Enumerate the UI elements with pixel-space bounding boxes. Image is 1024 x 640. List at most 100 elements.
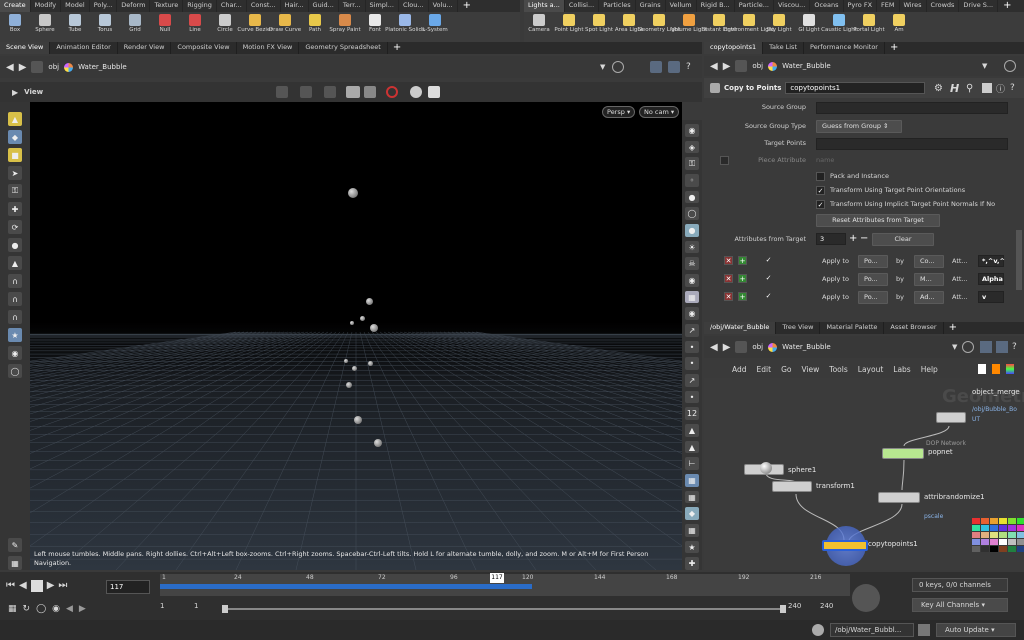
shelf_left-tab-13[interactable]: Clou... [399, 0, 429, 12]
range-end[interactable]: 240 [788, 602, 801, 610]
current-frame-field[interactable]: 117 [106, 580, 150, 594]
range-start[interactable]: 1 [160, 602, 190, 610]
shelf_right-tab-7[interactable]: Viscou... [774, 0, 811, 12]
shelf_left-tool-3[interactable]: Torus [90, 12, 120, 33]
pan-zoom-icon[interactable]: ✚ [685, 557, 699, 571]
palette-swatch[interactable] [1017, 525, 1024, 531]
bounding-icon[interactable]: ◦ [685, 174, 699, 187]
play-icon[interactable]: ▶ [47, 580, 55, 592]
shelf_left-tool-8[interactable]: Curve Bezier [237, 12, 273, 33]
tab-tree-view[interactable]: Tree View [776, 322, 821, 334]
remove-row-icon[interactable]: ✕ [724, 274, 733, 283]
net-forward-icon[interactable]: ▶ [723, 342, 731, 353]
shelf_right-tab-5[interactable]: Rigid B... [697, 0, 735, 12]
enable-row-checkbox[interactable]: ✓ [764, 274, 773, 283]
palette-swatch[interactable] [1017, 532, 1024, 538]
shelf_left-tool-13[interactable]: Platonic Solids [385, 12, 425, 33]
node-name-field[interactable]: copytopoints1 [785, 82, 926, 94]
reset-attributes-button[interactable]: Reset Attributes from Target [816, 214, 940, 227]
palette-swatch[interactable] [981, 539, 989, 545]
apply-target-menu[interactable]: Po... [858, 273, 888, 286]
update-mode-menu[interactable]: Auto Update ▾ [936, 623, 1016, 637]
skull-icon[interactable]: ☠ [685, 257, 699, 271]
scale-icon[interactable]: ● [8, 238, 22, 252]
shelf_right-tab-11[interactable]: Wires [900, 0, 927, 12]
shelf_left-tool-2[interactable]: Tube [60, 12, 90, 33]
attribute-field[interactable]: v [978, 291, 1004, 303]
menu-view[interactable]: View [801, 365, 819, 374]
add-net-tab-button[interactable]: + [944, 322, 962, 334]
clear-button[interactable]: Clear [872, 233, 934, 246]
shelf_right-add-tab-button[interactable]: + [998, 0, 1016, 12]
update-mode-icon[interactable] [918, 624, 930, 636]
node-popnet[interactable] [882, 448, 924, 459]
number-12-icon[interactable]: 12 [685, 407, 699, 421]
net-path-dropdown-icon[interactable]: ▼ [952, 343, 957, 351]
normals-icon[interactable]: ↗ [685, 324, 699, 337]
attrs-from-target-field[interactable]: 3 [816, 233, 846, 245]
shelf_right-tab-0[interactable]: Lights a... [524, 0, 565, 12]
handle-tool-icon[interactable]: ▲ [8, 112, 22, 126]
link-icon[interactable] [650, 61, 662, 73]
select-tool-icon[interactable]: ◆ [8, 130, 22, 144]
pose-icon[interactable]: ▲ [8, 256, 22, 270]
shelf_left-add-tab-button[interactable]: + [458, 0, 476, 12]
path-water-bubble[interactable]: Water_Bubble [78, 63, 127, 71]
snap-grid-icon[interactable]: ∩ [8, 310, 22, 324]
insert-row-icon[interactable]: + [738, 256, 747, 265]
enable-row-checkbox[interactable]: ✓ [764, 292, 773, 301]
shelf_right-tab-10[interactable]: FEM [877, 0, 900, 12]
shelf_right-tool-7[interactable]: Environment Light [724, 12, 774, 33]
shelf_right-tab-4[interactable]: Vellum [666, 0, 697, 12]
shelf_right-tool-4[interactable]: Geometry Light [638, 12, 680, 33]
net-link-icon[interactable] [980, 341, 992, 353]
shelf_right-tool-5[interactable]: Volume Light [671, 12, 707, 33]
notes-icon[interactable]: ✎ [8, 538, 22, 552]
back-arrow-icon[interactable]: ◀ [6, 62, 14, 73]
timeline-track[interactable]: 1 24 48 72 96 120 144 168 192 216 117 [160, 573, 850, 596]
palette-swatch[interactable] [999, 539, 1007, 545]
tab-asset-browser[interactable]: Asset Browser [884, 322, 944, 334]
shelf_left-tab-12[interactable]: Simpl... [366, 0, 399, 12]
shelf_left-tab-14[interactable]: Volu... [429, 0, 458, 12]
palette-swatch[interactable] [1008, 539, 1016, 545]
shelf_left-tab-9[interactable]: Hair... [281, 0, 309, 12]
loop-icon[interactable]: ↻ [23, 604, 31, 614]
smooth-shade-icon[interactable]: ● [685, 224, 699, 237]
axis-icon[interactable]: ⊢ [685, 457, 699, 471]
expression-icon[interactable] [982, 83, 992, 93]
palette-swatch[interactable] [1008, 546, 1016, 552]
add-param-tab-button[interactable]: + [885, 42, 903, 54]
world-icon[interactable]: ◉ [685, 274, 699, 287]
realtime-icon[interactable]: ▦ [8, 604, 17, 614]
param-forward-icon[interactable]: ▶ [723, 61, 731, 72]
palette-swatch[interactable] [990, 546, 998, 552]
palette-swatch[interactable] [981, 518, 989, 524]
shelf_left-tab-1[interactable]: Modify [31, 0, 62, 12]
help-icon[interactable]: ? [686, 62, 691, 72]
snap-points-icon[interactable]: ★ [8, 328, 22, 342]
record-icon[interactable] [386, 86, 398, 98]
shelf_left-tool-7[interactable]: Circle [210, 12, 240, 33]
view-menu-icon[interactable]: ▶ [12, 88, 18, 97]
transform-orient-checkbox[interactable]: ✓ [816, 186, 825, 195]
wire-icon[interactable]: ◯ [685, 207, 699, 221]
shelf_left-tool-4[interactable]: Grid [120, 12, 150, 33]
remove-multiparm-button[interactable]: − [860, 233, 868, 244]
vertex-display-icon[interactable]: • [685, 390, 699, 404]
play-reverse-icon[interactable]: ◀ [19, 580, 27, 592]
palette-swatch[interactable] [1017, 539, 1024, 545]
shelf_right-tab-8[interactable]: Oceans [810, 0, 844, 12]
network-editor[interactable]: Geometry object_merge /obj/Bubble_Bo UT … [704, 378, 1024, 570]
attribute-field[interactable]: Alpha [978, 273, 1004, 285]
speed-icon[interactable]: ◉ [52, 604, 60, 614]
shelf_left-tab-10[interactable]: Guid... [309, 0, 339, 12]
palette-swatch[interactable] [1017, 518, 1024, 524]
path-obj[interactable]: obj [48, 63, 59, 71]
shelf_right-tab-13[interactable]: Drive S... [959, 0, 999, 12]
net-path-obj[interactable]: obj [752, 343, 763, 351]
flat-shade-icon[interactable]: ▲ [685, 424, 699, 437]
enable-row-checkbox[interactable]: ✓ [764, 256, 773, 265]
tab-animation-editor[interactable]: Animation Editor [50, 42, 118, 54]
uv-icon[interactable]: ▲ [685, 440, 699, 454]
